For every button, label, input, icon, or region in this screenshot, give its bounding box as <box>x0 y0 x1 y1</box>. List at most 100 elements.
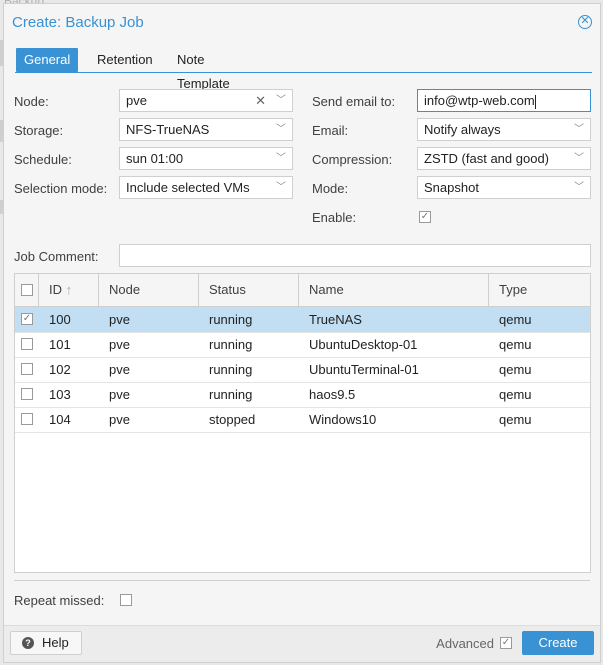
clear-icon[interactable]: ✕ <box>255 90 266 111</box>
chevron-down-icon[interactable]: ﹀ <box>276 148 286 169</box>
repeat-missed-label: Repeat missed: <box>14 593 105 608</box>
dialog-title: Create: Backup Job <box>12 14 144 31</box>
cell-status: running <box>209 362 253 377</box>
node-label: Node: <box>14 94 49 109</box>
cell-type: qemu <box>499 387 532 402</box>
cell-name: TrueNAS <box>309 312 362 327</box>
chevron-down-icon[interactable]: ﹀ <box>276 177 286 198</box>
send-email-label: Send email to: <box>312 94 396 109</box>
storage-value: NFS-TrueNAS <box>126 122 210 137</box>
selection-mode-label: Selection mode: <box>14 181 108 196</box>
column-header-type[interactable]: Type <box>489 274 590 306</box>
node-value: pve <box>126 93 147 108</box>
mode-select[interactable]: Snapshot ﹀ <box>417 176 591 199</box>
node-select[interactable]: pve ✕ ﹀ <box>119 89 293 112</box>
question-circle-icon: ? <box>22 637 34 649</box>
send-email-input[interactable]: info@wtp-web.com <box>417 89 591 112</box>
cell-id: 102 <box>49 362 71 377</box>
cell-type: qemu <box>499 312 532 327</box>
help-button[interactable]: ? Help <box>10 631 82 655</box>
selection-mode-value: Include selected VMs <box>126 180 250 195</box>
column-header-status[interactable]: Status <box>199 274 299 306</box>
tab-note-template[interactable]: Note Template <box>169 48 238 91</box>
schedule-select[interactable]: sun 01:00 ﹀ <box>119 147 293 170</box>
create-button[interactable]: Create <box>522 631 594 655</box>
column-header-node[interactable]: Node <box>99 274 199 306</box>
chevron-down-icon[interactable]: ﹀ <box>574 148 584 169</box>
dialog-titlebar[interactable]: Create: Backup Job ✕ <box>4 4 600 40</box>
column-header-name[interactable]: Name <box>299 274 489 306</box>
compression-label: Compression: <box>312 152 393 167</box>
chevron-down-icon[interactable]: ﹀ <box>276 119 286 140</box>
select-all-checkbox[interactable] <box>21 284 33 296</box>
cell-name: UbuntuDesktop-01 <box>309 337 418 352</box>
cell-node: pve <box>109 412 130 427</box>
job-comment-label: Job Comment: <box>14 249 99 264</box>
divider <box>14 580 590 581</box>
cell-name: haos9.5 <box>309 387 356 402</box>
tab-retention[interactable]: Retention <box>89 48 161 72</box>
cell-name: UbuntuTerminal-01 <box>309 362 419 377</box>
cell-node: pve <box>109 337 130 352</box>
tab-underline <box>15 72 592 73</box>
storage-label: Storage: <box>14 123 64 138</box>
cell-node: pve <box>109 387 130 402</box>
enable-label: Enable: <box>312 210 357 225</box>
column-header-id-label: ID <box>49 282 62 297</box>
cell-id: 104 <box>49 412 71 427</box>
cell-status: stopped <box>209 412 256 427</box>
table-row[interactable]: ✓ 100 pve running TrueNAS qemu <box>15 307 590 333</box>
cell-type: qemu <box>499 337 532 352</box>
advanced-checkbox[interactable]: ✓ <box>500 637 512 649</box>
send-email-value: info@wtp-web.com <box>424 93 535 108</box>
advanced-label: Advanced <box>436 636 494 651</box>
repeat-missed-checkbox[interactable] <box>120 594 132 606</box>
table-row[interactable]: 103 pve running haos9.5 qemu <box>15 382 590 408</box>
select-all-cell <box>15 274 39 306</box>
help-button-label: Help <box>42 635 69 650</box>
mode-value: Snapshot <box>424 180 479 195</box>
row-checkbox[interactable] <box>21 388 33 400</box>
vm-grid: ID ↑ Node Status Name Type ✓ 100 pve run… <box>14 273 591 573</box>
cell-status: running <box>209 387 253 402</box>
cell-status: running <box>209 337 253 352</box>
email-select[interactable]: Notify always ﹀ <box>417 118 591 141</box>
job-comment-input[interactable] <box>119 244 591 267</box>
selection-mode-select[interactable]: Include selected VMs ﹀ <box>119 176 293 199</box>
table-row[interactable]: 104 pve stopped Windows10 qemu <box>15 407 590 433</box>
cell-name: Windows10 <box>309 412 377 427</box>
schedule-value: sun 01:00 <box>126 151 184 166</box>
email-value: Notify always <box>424 122 501 137</box>
row-checkbox[interactable] <box>21 338 33 350</box>
arrow-up-icon: ↑ <box>65 282 73 297</box>
cell-node: pve <box>109 362 130 377</box>
text-caret <box>534 94 536 109</box>
cell-id: 101 <box>49 337 71 352</box>
enable-checkbox[interactable]: ✓ <box>419 211 431 223</box>
chevron-down-icon[interactable]: ﹀ <box>574 177 584 198</box>
row-checkbox[interactable] <box>21 413 33 425</box>
email-label: Email: <box>312 123 349 138</box>
compression-value: ZSTD (fast and good) <box>424 151 549 166</box>
chevron-down-icon[interactable]: ﹀ <box>574 119 584 140</box>
cell-node: pve <box>109 312 130 327</box>
row-checkbox[interactable] <box>21 363 33 375</box>
close-icon[interactable]: ✕ <box>578 15 592 29</box>
table-row[interactable]: 101 pve running UbuntuDesktop-01 qemu <box>15 332 590 358</box>
schedule-label: Schedule: <box>14 152 72 167</box>
tab-general[interactable]: General <box>16 48 79 72</box>
row-checkbox[interactable]: ✓ <box>21 313 33 325</box>
backup-job-dialog: Create: Backup Job ✕ General Retention N… <box>3 3 601 663</box>
table-row[interactable]: 102 pve running UbuntuTerminal-01 qemu <box>15 357 590 383</box>
cell-status: running <box>209 312 253 327</box>
storage-select[interactable]: NFS-TrueNAS ﹀ <box>119 118 293 141</box>
dialog-footer: ? Help Advanced ✓ Create <box>4 625 600 662</box>
column-header-id[interactable]: ID ↑ <box>39 274 99 306</box>
mode-label: Mode: <box>312 181 349 196</box>
grid-header: ID ↑ Node Status Name Type <box>15 274 590 307</box>
cell-id: 103 <box>49 387 71 402</box>
cell-type: qemu <box>499 412 532 427</box>
chevron-down-icon[interactable]: ﹀ <box>276 90 286 111</box>
compression-select[interactable]: ZSTD (fast and good) ﹀ <box>417 147 591 170</box>
cell-id: 100 <box>49 312 71 327</box>
